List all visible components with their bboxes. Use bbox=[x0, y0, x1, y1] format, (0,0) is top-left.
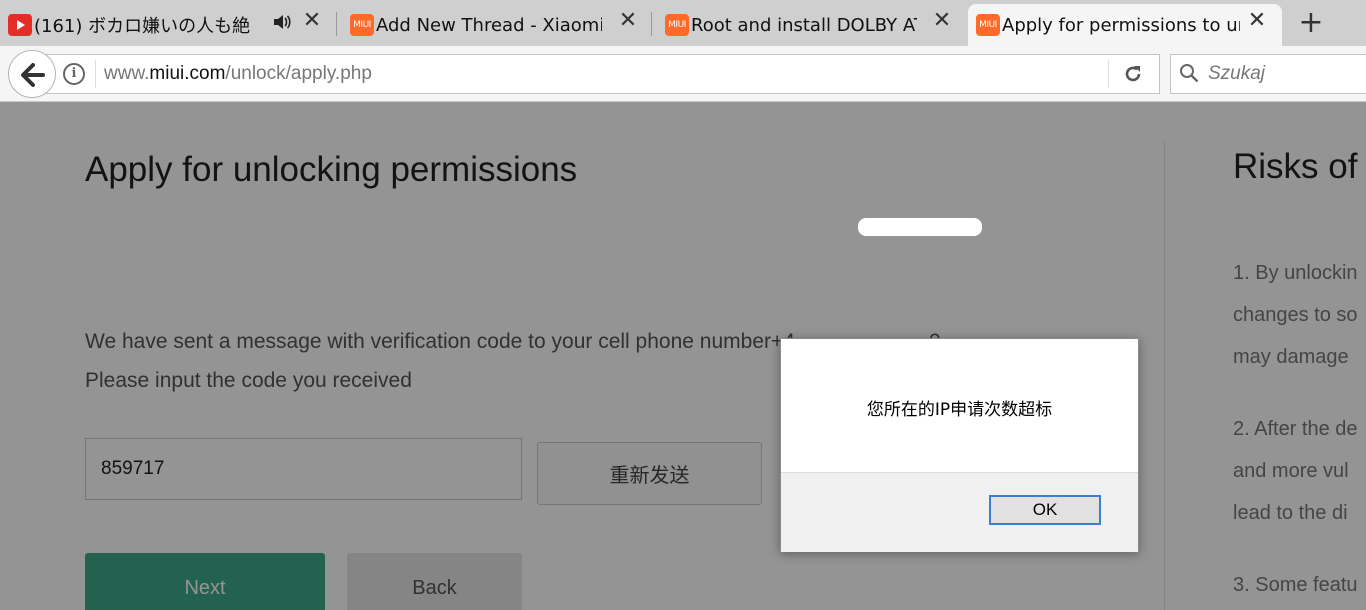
speaker-icon[interactable] bbox=[272, 12, 292, 32]
back-arrow-icon bbox=[21, 63, 45, 87]
close-tab-icon[interactable]: ✕ bbox=[1245, 9, 1269, 33]
reload-icon[interactable] bbox=[1122, 63, 1144, 85]
url-separator bbox=[95, 60, 96, 88]
tab-apply-permissions[interactable]: MIUI Apply for permissions to unl bbox=[968, 4, 1282, 46]
url-text[interactable]: www.miui.com/unlock/apply.php bbox=[104, 63, 372, 85]
close-tab-icon[interactable]: ✕ bbox=[930, 9, 954, 33]
youtube-icon bbox=[8, 14, 32, 36]
tab-separator bbox=[336, 12, 337, 36]
tab-title: (161) ボカロ嫌いの人も絶 bbox=[34, 16, 251, 37]
tab-title: Apply for permissions to unl bbox=[1002, 14, 1240, 36]
reload-separator bbox=[1108, 60, 1109, 88]
close-tab-icon[interactable]: ✕ bbox=[616, 9, 640, 33]
new-tab-button[interactable]: + bbox=[1294, 6, 1328, 40]
alert-dialog: 您所在的IP申请次数超标 OK bbox=[780, 338, 1139, 552]
dialog-footer: OK bbox=[781, 472, 1138, 552]
site-info-icon[interactable]: i bbox=[63, 63, 85, 85]
dialog-message: 您所在的IP申请次数超标 bbox=[866, 400, 1053, 420]
tab-root-dolby[interactable]: MIUI Root and install DOLBY ATM bbox=[657, 4, 927, 46]
modal-overlay bbox=[0, 102, 1366, 610]
tab-strip: (161) ボカロ嫌いの人も絶 ✕ MIUI Add New Thread - … bbox=[0, 0, 1366, 46]
redacted-phone-number bbox=[858, 218, 982, 236]
tab-title: Add New Thread - Xiaomi M bbox=[376, 14, 602, 36]
ok-button[interactable]: OK bbox=[989, 495, 1101, 525]
close-tab-icon[interactable]: ✕ bbox=[300, 9, 324, 33]
search-icon bbox=[1180, 64, 1199, 83]
tab-separator bbox=[651, 12, 652, 36]
miui-icon: MIUI bbox=[976, 14, 1000, 36]
miui-icon: MIUI bbox=[350, 14, 374, 36]
tab-title: Root and install DOLBY ATM bbox=[691, 14, 917, 36]
tab-add-new-thread[interactable]: MIUI Add New Thread - Xiaomi M bbox=[342, 4, 612, 46]
miui-icon: MIUI bbox=[665, 14, 689, 36]
search-placeholder: Szukaj bbox=[1208, 63, 1266, 84]
back-button[interactable] bbox=[8, 50, 56, 98]
